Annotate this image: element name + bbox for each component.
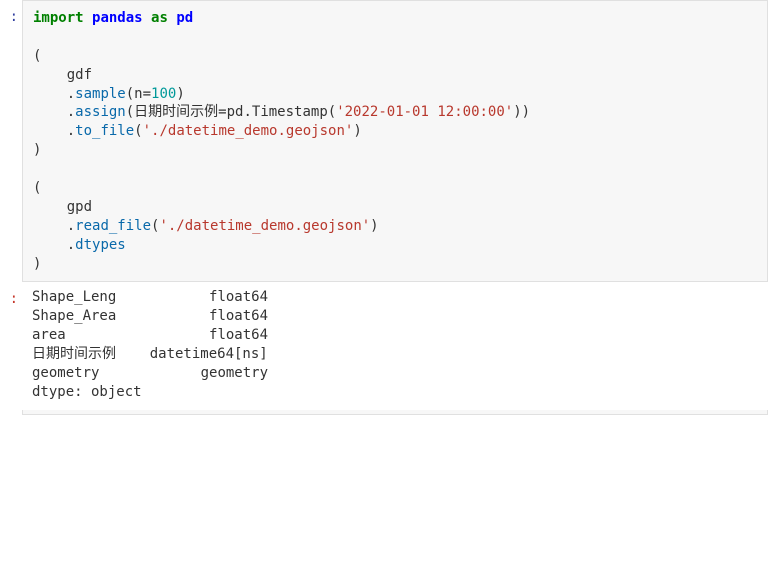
indent: . <box>33 218 75 234</box>
output-text-area[interactable]: Shape_Leng float64 Shape_Area float64 ar… <box>22 282 768 409</box>
paren: ) <box>513 104 521 120</box>
close-paren-1: ) <box>33 142 41 158</box>
paren: ( <box>126 86 134 102</box>
alias-pd: pd <box>176 10 193 26</box>
keyword-as: as <box>151 10 168 26</box>
dtype-row: Shape_Area float64 <box>32 308 268 324</box>
blank-cell <box>0 410 768 418</box>
fn-to-file: to_file <box>75 123 134 139</box>
indent: . <box>33 123 75 139</box>
str-path-1: './datetime_demo.geojson' <box>143 123 354 139</box>
fn-assign: assign <box>75 104 126 120</box>
indent: . <box>33 237 75 253</box>
dtype-row: Shape_Leng float64 <box>32 289 268 305</box>
val-100: 100 <box>151 86 176 102</box>
dtype-row: 日期时间示例 datetime64[ns] <box>32 346 268 362</box>
str-path-2: './datetime_demo.geojson' <box>159 218 370 234</box>
keyword-import: import <box>33 10 84 26</box>
ident-gdf: gdf <box>33 67 92 83</box>
str-timestamp: '2022-01-01 12:00:00' <box>336 104 513 120</box>
output-cell: : Shape_Leng float64 Shape_Area float64 … <box>0 282 768 409</box>
arg-n: n <box>134 86 142 102</box>
open-paren-2: ( <box>33 180 41 196</box>
blank-strip <box>22 410 768 415</box>
paren: ) <box>370 218 378 234</box>
code-input-area[interactable]: import pandas as pd ( gdf .sample(n=100)… <box>22 0 768 282</box>
dtype-row: area float64 <box>32 327 268 343</box>
indent: . <box>33 86 75 102</box>
blank-prompt <box>0 410 22 418</box>
open-paren-1: ( <box>33 48 41 64</box>
module-pandas: pandas <box>92 10 143 26</box>
paren: ) <box>353 123 361 139</box>
fn-read-file: read_file <box>75 218 151 234</box>
output-prompt: : <box>0 282 22 409</box>
fn-sample: sample <box>75 86 126 102</box>
pd-timestamp: pd.Timestamp <box>227 104 328 120</box>
input-cell: : import pandas as pd ( gdf .sample(n=10… <box>0 0 768 282</box>
eq: = <box>218 104 226 120</box>
arg-datetime-col: 日期时间示例 <box>134 104 218 120</box>
indent: . <box>33 104 75 120</box>
dtype-footer: dtype: object <box>32 384 142 400</box>
paren: ( <box>328 104 336 120</box>
attr-dtypes: dtypes <box>75 237 126 253</box>
dtype-row: geometry geometry <box>32 365 268 381</box>
paren: ) <box>176 86 184 102</box>
input-prompt: : <box>0 0 22 282</box>
close-paren-2: ) <box>33 256 41 272</box>
paren: ) <box>522 104 530 120</box>
paren: ( <box>126 104 134 120</box>
eq: = <box>143 86 151 102</box>
paren: ( <box>134 123 142 139</box>
ident-gpd: gpd <box>33 199 92 215</box>
